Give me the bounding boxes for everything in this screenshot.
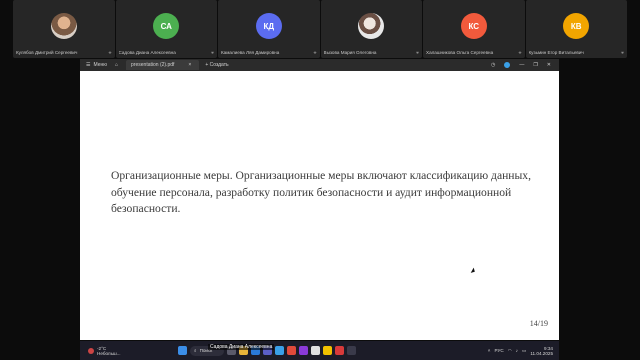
participant-avatar: КД (255, 13, 282, 39)
create-button[interactable]: + Создать (205, 62, 228, 68)
window-controls: ◷ — ❐ ✕ (491, 62, 559, 68)
close-window-icon[interactable]: ✕ (547, 62, 551, 68)
participant-tile[interactable]: КС Халашникова Ольга Сергеевна ⚹ (423, 0, 525, 58)
wifi-icon[interactable]: ◠ (508, 348, 512, 354)
page-indicator: 14/19 (529, 319, 548, 328)
visual-studio-icon[interactable] (299, 346, 308, 355)
participant-photo (50, 13, 77, 39)
mic-muted-icon: ⚹ (210, 50, 214, 56)
participant-name-row: Кулябов Дмитрий Сергеевич ⚹ (16, 50, 112, 56)
speaker-label: Садова Диана Алексеевна (208, 344, 275, 350)
language-indicator[interactable]: РУС (494, 348, 503, 353)
participant-tile[interactable]: КВ Кузьмин Егор Витальевич ⚹ (525, 0, 627, 58)
participant-tile[interactable]: СА Садова Диана Алексеевна ⚹ (115, 0, 217, 58)
start-icon[interactable] (178, 346, 187, 355)
participant-tile[interactable]: КД Камалиева Ляя Дамировна ⚹ (218, 0, 320, 58)
chrome-icon[interactable] (287, 346, 296, 355)
participant-strip: Кулябов Дмитрий Сергеевич ⚹ СА Садова Ди… (13, 0, 627, 58)
app-icon[interactable] (347, 346, 356, 355)
participant-name-row: Садова Диана Алексеевна ⚹ (119, 50, 215, 56)
weather-icon (88, 347, 94, 354)
mail-icon[interactable] (275, 346, 284, 355)
participant-avatar: КВ (563, 13, 590, 39)
screen: Кулябов Дмитрий Сергеевич ⚹ СА Садова Ди… (0, 0, 640, 360)
participant-name: Кулябов Дмитрий Сергеевич (16, 50, 78, 55)
participant-name-row: Камалиева Ляя Дамировна ⚹ (221, 50, 317, 56)
clock[interactable]: 9:34 11.04.2025 (530, 346, 553, 356)
page-paragraph: Организационные меры. Организационные ме… (111, 169, 531, 215)
participant-tile[interactable]: Кулябов Дмитрий Сергеевич ⚹ (13, 0, 115, 58)
battery-icon[interactable]: ▭ (522, 348, 526, 354)
pdf-viewer-window: ☰ Меню ⌂ presentation (2).pdf × + Создат… (80, 59, 559, 340)
participant-tile[interactable]: Вызова Мария Олеговна ⚹ (320, 0, 422, 58)
weather-condition: Небольш... (97, 350, 121, 356)
yandex-icon[interactable] (323, 346, 332, 355)
system-tray: ˄ РУС ◠ ♪ ▭ 9:34 11.04.2025 (488, 346, 559, 356)
weather-widget[interactable]: -2°C Небольш... (80, 346, 178, 356)
account-icon[interactable] (504, 62, 511, 68)
mic-muted-icon: ⚹ (313, 50, 317, 56)
clock-icon[interactable]: ◷ (491, 62, 495, 68)
participant-name: Садова Диана Алексеевна (118, 50, 176, 55)
participant-avatar: КС (460, 13, 487, 39)
mic-muted-icon: ⚹ (518, 50, 522, 56)
chevron-up-icon[interactable]: ˄ (488, 348, 491, 353)
mic-muted-icon: ⚹ (620, 50, 624, 56)
taskbar: -2°C Небольш... ⌕ Поиск ˄ РУС ◠ ♪ ▭ 9:34… (80, 341, 559, 360)
pdf-reader-icon[interactable] (335, 346, 344, 355)
participant-name-row: Кузьмин Егор Витальевич ⚹ (529, 50, 625, 56)
app-icon[interactable] (311, 346, 320, 355)
tab-title: presentation (2).pdf (131, 62, 175, 68)
viewer-toolbar: ☰ Меню ⌂ presentation (2).pdf × + Создат… (80, 59, 559, 71)
volume-icon[interactable]: ♪ (516, 348, 518, 353)
minimize-icon[interactable]: — (519, 62, 524, 68)
participant-name: Халашникова Ольга Сергеевна (426, 50, 494, 55)
menu-icon: ☰ (86, 62, 91, 68)
participant-avatar: СА (153, 13, 180, 39)
home-button[interactable]: ⌂ (115, 62, 118, 68)
menu-button[interactable]: ☰ Меню (86, 62, 107, 68)
date: 11.04.2025 (530, 350, 553, 356)
restore-icon[interactable]: ❐ (533, 62, 537, 68)
mouse-cursor-icon (470, 267, 477, 275)
search-icon: ⌕ (194, 348, 197, 353)
participant-name: Вызова Мария Олеговна (323, 50, 377, 55)
close-icon[interactable]: × (188, 62, 191, 68)
menu-label: Меню (93, 62, 107, 68)
create-label: + Создать (205, 62, 229, 68)
tab-pdf[interactable]: presentation (2).pdf × (126, 60, 200, 70)
weather-text: -2°C Небольш... (97, 346, 121, 356)
participant-name-row: Вызова Мария Олеговна ⚹ (324, 50, 420, 56)
participant-name: Камалиева Ляя Дамировна (221, 50, 280, 55)
participant-name: Кузьмин Егор Витальевич (528, 50, 584, 55)
mic-muted-icon: ⚹ (108, 50, 112, 56)
home-icon: ⌂ (115, 62, 119, 68)
participant-name-row: Халашникова Ольга Сергеевна ⚹ (426, 50, 522, 56)
participant-photo (358, 13, 385, 39)
mic-muted-icon: ⚹ (415, 50, 419, 56)
